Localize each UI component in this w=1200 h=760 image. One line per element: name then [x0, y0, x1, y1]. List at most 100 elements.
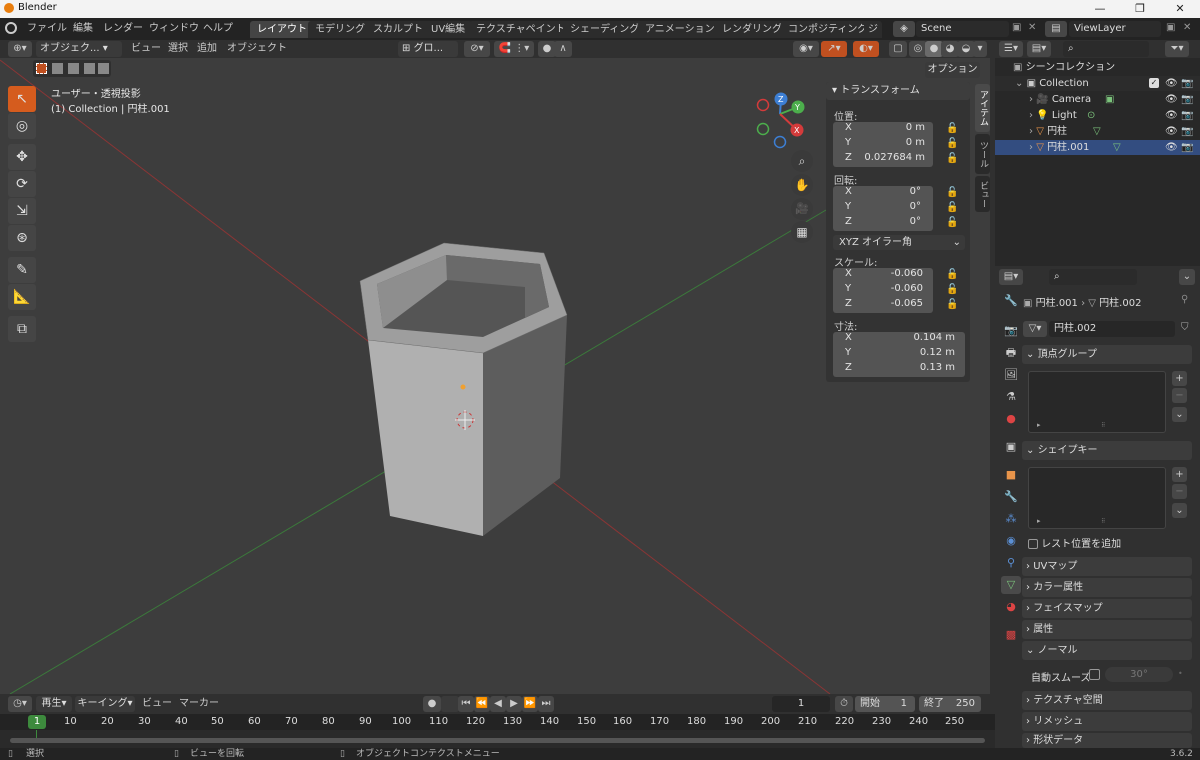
menu-help[interactable]: ヘルプ: [198, 21, 238, 37]
tool-tab-icon[interactable]: 🔧: [1001, 292, 1021, 310]
cylinder-visibility-icon[interactable]: 👁: [1165, 124, 1178, 139]
select-invert-icon[interactable]: [84, 63, 95, 74]
select-intersect-icon[interactable]: [98, 63, 109, 74]
outliner-search-input[interactable]: ⌕: [1063, 41, 1149, 57]
dimensions-y-field[interactable]: Y 0.12 m: [833, 347, 965, 362]
outliner-item-cylinder-001[interactable]: › ▽ 円柱.001 ▽ 👁 📷: [995, 140, 1200, 155]
list-resize-icon[interactable]: ⠿: [1101, 518, 1105, 525]
normals-panel-header[interactable]: ⌄ ノーマル: [1022, 641, 1192, 660]
maximize-button[interactable]: ❐: [1120, 0, 1160, 18]
scene-name-field[interactable]: Scene: [916, 21, 1009, 37]
rotation-x-field[interactable]: X 0°: [833, 186, 933, 201]
new-scene-icon[interactable]: ▣: [1012, 22, 1021, 33]
list-expand-icon[interactable]: ▸: [1037, 421, 1041, 429]
lock-rotation-z-icon[interactable]: 🔓: [946, 217, 958, 228]
tab-compositing[interactable]: コンポジティング: [781, 21, 875, 38]
delete-scene-icon[interactable]: ✕: [1028, 22, 1036, 33]
tab-view[interactable]: ビュー: [975, 176, 990, 212]
auto-smooth-checkbox[interactable]: [1089, 669, 1100, 680]
tab-sculpt[interactable]: スカルプト: [366, 21, 430, 38]
constraints-tab-icon[interactable]: ⚲: [1001, 554, 1021, 572]
move-tool[interactable]: ✥: [8, 144, 36, 170]
jump-to-start-icon[interactable]: ⏮: [458, 696, 474, 712]
play-reverse-icon[interactable]: ◀: [490, 696, 506, 712]
rotation-z-field[interactable]: Z 0°: [833, 216, 933, 231]
menu-window[interactable]: ウィンドウ: [144, 21, 204, 37]
scene-tab-icon[interactable]: ⚗: [1001, 388, 1021, 406]
view-layer-tab-icon[interactable]: 🖼: [1001, 366, 1021, 384]
tab-more[interactable]: ジ: [864, 21, 882, 38]
timeline-menu-marker[interactable]: マーカー: [174, 696, 224, 712]
editor-type-icon[interactable]: ⊕▾: [8, 41, 32, 57]
display-mode-icon[interactable]: ▤▾: [1027, 41, 1051, 57]
location-z-field[interactable]: Z 0.027684 m: [833, 152, 933, 167]
lock-location-x-icon[interactable]: 🔓: [946, 123, 958, 134]
scale-y-field[interactable]: Y -0.060: [833, 283, 933, 298]
gizmo-toggle-icon[interactable]: ↗▾: [821, 41, 847, 57]
vertex-group-menu-button[interactable]: ⌄: [1172, 407, 1187, 422]
tab-uv-editing[interactable]: UV編集: [424, 21, 473, 38]
playback-dropdown[interactable]: 再生▾: [36, 696, 72, 712]
expand-chevron-icon[interactable]: ⌄: [1015, 78, 1027, 89]
shape-keys-list[interactable]: ▸ ⠿: [1028, 467, 1166, 529]
tab-texture-paint[interactable]: テクスチャペイント: [469, 21, 573, 38]
data-tab-icon[interactable]: ▽: [1001, 576, 1021, 594]
rotation-mode-dropdown[interactable]: XYZ オイラー角 ⌄: [833, 235, 965, 250]
cylinder-001-mesh-data-icon[interactable]: ▽: [1113, 140, 1121, 155]
minimize-button[interactable]: —: [1080, 0, 1120, 18]
material-tab-icon[interactable]: ◕: [1001, 598, 1021, 616]
mesh-name-field[interactable]: 円柱.002: [1049, 321, 1175, 337]
lock-rotation-y-icon[interactable]: 🔓: [946, 202, 958, 213]
fake-user-shield-icon[interactable]: ⛉: [1181, 322, 1189, 333]
uv-maps-panel-header[interactable]: › UVマップ: [1022, 557, 1192, 576]
annotate-tool[interactable]: ✎: [8, 257, 36, 283]
outliner-scene-collection[interactable]: ▣ シーンコレクション: [995, 60, 1200, 75]
tab-animation[interactable]: アニメーション: [638, 21, 722, 38]
timeline-editor-type-icon[interactable]: ◷▾: [8, 696, 32, 712]
mesh-browse-icon[interactable]: ▽▾: [1023, 321, 1047, 337]
light-data-icon[interactable]: ⊙: [1087, 108, 1095, 123]
select-extend-icon[interactable]: [52, 63, 63, 74]
menu-file[interactable]: ファイル: [22, 21, 72, 37]
tab-layout[interactable]: レイアウト: [250, 21, 314, 38]
timeline-menu-view[interactable]: ビュー: [137, 696, 177, 712]
pin-icon[interactable]: ⚲: [1181, 294, 1188, 305]
geometry-data-panel-header[interactable]: › 形状データ: [1022, 733, 1192, 748]
tab-modeling[interactable]: モデリング: [308, 21, 372, 38]
play-icon[interactable]: ▶: [506, 696, 522, 712]
rotate-tool[interactable]: ⟳: [8, 171, 36, 197]
select-box-tool[interactable]: ↖: [8, 86, 36, 112]
jump-to-prev-keyframe-icon[interactable]: ⏪: [474, 696, 490, 712]
scale-z-field[interactable]: Z -0.065: [833, 298, 933, 313]
collection-render-icon[interactable]: 📷: [1181, 76, 1193, 91]
lock-scale-x-icon[interactable]: 🔓: [946, 269, 958, 280]
object-tab-icon[interactable]: ■: [1001, 466, 1021, 484]
texture-tab-icon[interactable]: ▩: [1001, 626, 1021, 644]
properties-options-icon[interactable]: ⌄: [1179, 269, 1195, 285]
lock-scale-y-icon[interactable]: 🔓: [946, 284, 958, 295]
add-vertex-group-button[interactable]: +: [1172, 371, 1187, 386]
delete-view-layer-icon[interactable]: ✕: [1183, 22, 1191, 33]
physics-tab-icon[interactable]: ◉: [1001, 532, 1021, 550]
menu-render[interactable]: レンダー: [98, 21, 148, 37]
tab-rendering[interactable]: レンダリング: [715, 21, 789, 38]
camera-visibility-icon[interactable]: 👁: [1165, 92, 1178, 107]
outliner-item-camera[interactable]: › 🎥 Camera ▣ 👁 📷: [995, 92, 1200, 107]
viewport-menu-object[interactable]: オブジェクト: [222, 41, 292, 57]
select-subtract-icon[interactable]: [68, 63, 79, 74]
tab-item[interactable]: アイテム: [975, 84, 990, 132]
list-expand-icon[interactable]: ▸: [1037, 517, 1041, 525]
cylinder-001-render-icon[interactable]: 📷: [1181, 140, 1193, 155]
viewport-menu-view[interactable]: ビュー: [126, 41, 166, 57]
camera-view-icon[interactable]: 🎥: [791, 198, 813, 220]
outliner-collection-row[interactable]: ⌄ ▣ Collection ✓ 👁 📷: [995, 76, 1200, 91]
record-button[interactable]: ●: [423, 696, 441, 712]
scale-tool[interactable]: ⇲: [8, 198, 36, 224]
measure-tool[interactable]: 📐: [8, 284, 36, 310]
dimensions-z-field[interactable]: Z 0.13 m: [833, 362, 965, 377]
cursor-tool[interactable]: ◎: [8, 113, 36, 139]
light-render-icon[interactable]: 📷: [1181, 108, 1193, 123]
pivot-point-icon[interactable]: ⊘▾: [464, 41, 490, 57]
lock-scale-z-icon[interactable]: 🔓: [946, 299, 958, 310]
transform-orientation-dropdown[interactable]: ⊞ グロ...: [398, 41, 458, 57]
